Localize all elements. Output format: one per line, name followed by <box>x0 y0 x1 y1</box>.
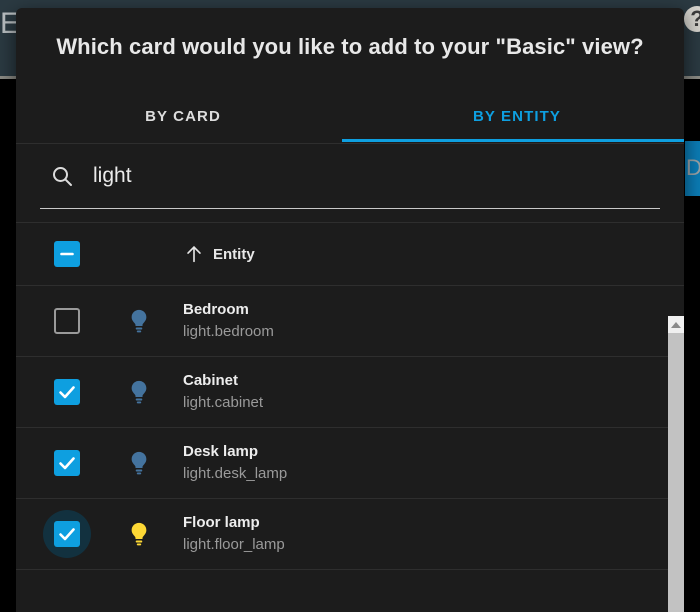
lightbulb-icon <box>125 307 153 335</box>
table-row[interactable] <box>16 569 684 583</box>
row-checkbox[interactable] <box>54 379 80 405</box>
row-entity-id: light.bedroom <box>183 323 274 340</box>
scrollbar-thumb[interactable] <box>668 333 684 612</box>
page-root: E ? D Which card would you like to add t… <box>0 0 700 612</box>
row-name: Cabinet <box>183 372 239 389</box>
tab-active-indicator <box>342 139 684 142</box>
entity-list-scrollbar[interactable] <box>668 316 684 612</box>
tab-by-entity[interactable]: BY ENTITY <box>350 90 684 142</box>
lightbulb-icon <box>125 378 153 406</box>
row-text: Desk lamp light.desk_lamp <box>183 441 287 485</box>
row-name: Desk lamp <box>183 443 259 460</box>
row-icon-cell <box>125 520 153 548</box>
row-checkbox-cell[interactable] <box>53 379 81 405</box>
row-entity-id: light.desk_lamp <box>183 465 288 482</box>
row-checkbox[interactable] <box>54 450 80 476</box>
entity-table: Entity Bedroom light.bedroom Cabinet lig… <box>16 223 684 583</box>
row-checkbox[interactable] <box>54 308 80 334</box>
select-all-checkbox[interactable] <box>54 241 80 267</box>
row-name: Floor lamp <box>183 514 260 531</box>
row-text: Floor lamp light.floor_lamp <box>183 512 285 556</box>
row-checkbox[interactable] <box>54 521 80 547</box>
dialog-tabs: BY CARD BY ENTITY <box>16 90 684 142</box>
help-icon[interactable]: ? <box>684 6 700 32</box>
table-row[interactable]: Bedroom light.bedroom <box>16 285 684 356</box>
lightbulb-icon <box>125 520 153 548</box>
row-entity-id: light.floor_lamp <box>183 536 285 553</box>
row-text: Cabinet light.cabinet <box>183 370 263 414</box>
table-row[interactable]: Floor lamp light.floor_lamp <box>16 498 684 569</box>
row-icon-cell <box>125 378 153 406</box>
tab-by-card[interactable]: BY CARD <box>16 90 350 142</box>
arrow-up-icon <box>183 243 205 265</box>
row-checkbox-cell[interactable] <box>43 510 91 558</box>
row-checkbox-cell[interactable] <box>53 308 81 334</box>
entity-rows-viewport: Bedroom light.bedroom Cabinet light.cabi… <box>16 285 684 583</box>
row-name: Bedroom <box>183 301 249 318</box>
row-entity-id: light.cabinet <box>183 394 264 411</box>
search-icon <box>50 164 74 188</box>
row-text: Bedroom light.bedroom <box>183 299 274 343</box>
app-side-tab-label: D <box>686 155 700 180</box>
entity-table-header: Entity <box>16 223 684 285</box>
row-checkbox-cell[interactable] <box>53 450 81 476</box>
lightbulb-icon <box>125 449 153 477</box>
table-row[interactable]: Desk lamp light.desk_lamp <box>16 427 684 498</box>
table-row[interactable]: Cabinet light.cabinet <box>16 356 684 427</box>
row-icon-cell <box>125 449 153 477</box>
row-icon-cell <box>125 307 153 335</box>
chevron-up-icon <box>671 321 681 328</box>
select-all-cell[interactable] <box>53 241 81 267</box>
search-row <box>16 144 684 222</box>
search-input[interactable] <box>93 164 660 188</box>
add-card-dialog: Which card would you like to add to your… <box>16 8 684 612</box>
scroll-up-button[interactable] <box>668 316 684 333</box>
entity-column-label: Entity <box>213 245 255 263</box>
dialog-title: Which card would you like to add to your… <box>56 34 644 59</box>
entity-column-sort[interactable]: Entity <box>183 243 255 265</box>
